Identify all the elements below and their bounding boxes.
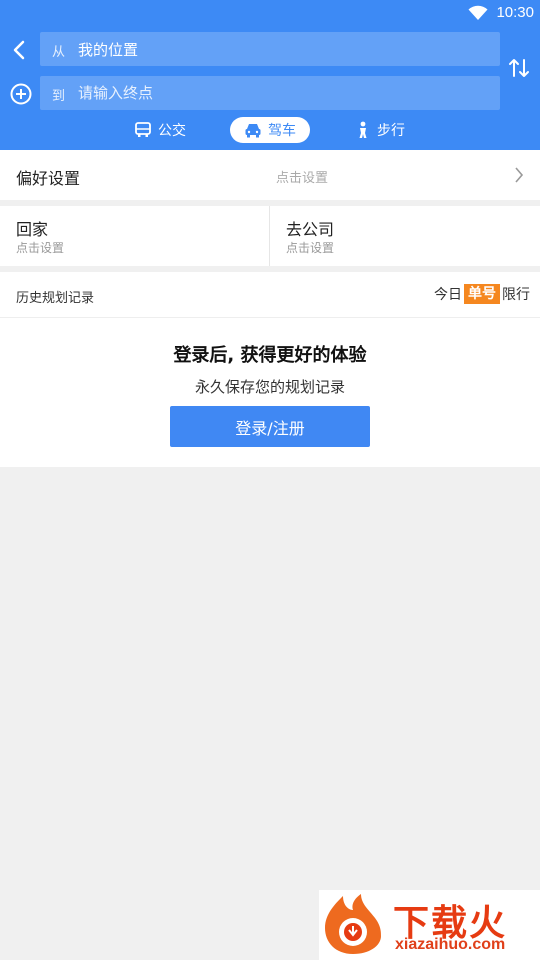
shortcut-work-hint: 点击设置 [286, 241, 335, 255]
login-title: 登录后, 获得更好的体验 [173, 345, 367, 366]
shortcut-work[interactable]: 去公司 点击设置 [270, 206, 539, 266]
watermark: 下载火 xiazaihuo.com [319, 890, 540, 960]
preferences-row[interactable]: 偏好设置 点击设置 [0, 150, 540, 200]
wifi-icon [468, 5, 488, 20]
watermark-url: xiazaihuo.com [395, 936, 506, 953]
history-header: 历史规划记录 今日 单号 限行 [0, 272, 540, 318]
travel-mode-tabs: 公交 驾车 步行 [0, 117, 540, 143]
destination-input[interactable] [78, 76, 478, 110]
restriction-prefix: 今日 [434, 287, 462, 303]
status-bar: 10:30 [0, 0, 540, 26]
preferences-label: 偏好设置 [16, 169, 81, 188]
swap-icon[interactable] [508, 56, 530, 80]
car-icon [245, 124, 261, 138]
tab-walk-label: 步行 [377, 123, 405, 139]
tab-walk[interactable]: 步行 [355, 117, 405, 143]
origin-value: 我的位置 [78, 41, 139, 59]
preferences-hint: 点击设置 [276, 171, 329, 186]
shortcut-home-title: 回家 [16, 220, 49, 239]
tab-bus[interactable]: 公交 [134, 117, 186, 143]
walk-icon [359, 121, 367, 138]
flame-logo-icon [325, 894, 381, 954]
login-prompt: 登录后, 获得更好的体验 永久保存您的规划记录 登录/注册 [0, 318, 540, 467]
restriction-suffix: 限行 [502, 287, 530, 303]
restriction-badge: 单号 [464, 284, 500, 304]
destination-field[interactable]: 到 [40, 76, 500, 110]
login-subtitle: 永久保存您的规划记录 [194, 378, 345, 396]
route-header: 10:30 从 我的位置 到 公交 [0, 0, 540, 150]
origin-prefix: 从 [52, 45, 66, 60]
shortcut-row: 回家 点击设置 去公司 点击设置 [0, 206, 540, 266]
shortcut-home[interactable]: 回家 点击设置 [0, 206, 269, 266]
destination-prefix: 到 [52, 89, 66, 104]
origin-field[interactable]: 从 我的位置 [40, 32, 500, 66]
shortcut-home-hint: 点击设置 [16, 241, 65, 255]
shortcut-work-title: 去公司 [286, 220, 335, 239]
login-register-button[interactable]: 登录/注册 [170, 406, 370, 447]
tab-drive[interactable]: 驾车 [230, 117, 310, 143]
add-waypoint-icon[interactable] [9, 82, 33, 106]
chevron-right-icon [515, 167, 524, 183]
history-title: 历史规划记录 [16, 291, 95, 306]
tab-drive-label: 驾车 [268, 123, 296, 139]
back-icon[interactable] [10, 38, 30, 62]
status-time: 10:30 [496, 4, 534, 21]
traffic-restriction[interactable]: 今日 单号 限行 [434, 284, 530, 304]
tab-bus-label: 公交 [158, 123, 186, 139]
bus-icon [135, 122, 151, 137]
